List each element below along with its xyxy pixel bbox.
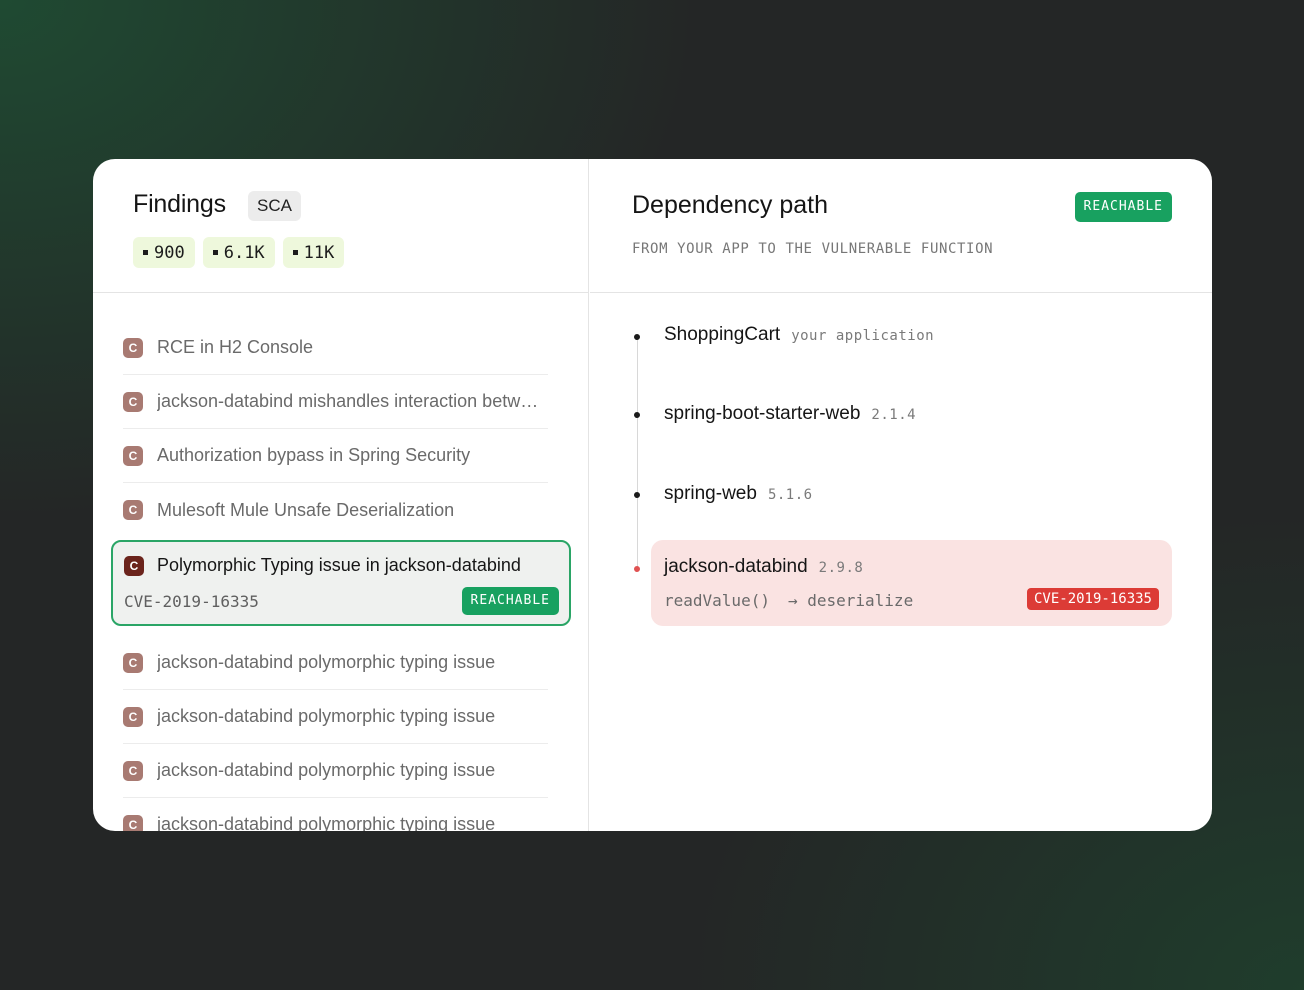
timeline-red-dot-icon <box>634 566 640 572</box>
stats-row: 900 6.1K 11K <box>133 237 345 268</box>
selected-finding-row: C Polymorphic Typing issue in jackson-da… <box>124 555 521 576</box>
finding-label: jackson-databind polymorphic typing issu… <box>157 814 496 831</box>
stat-value: 6.1K <box>223 242 265 263</box>
finding-item[interactable]: C jackson-databind polymorphic typing is… <box>123 744 548 798</box>
finding-label: Authorization bypass in Spring Security <box>157 445 471 465</box>
node-name: spring-boot-starter-web <box>664 403 861 424</box>
finding-item[interactable]: C Mulesoft Mule Unsafe Deserialization <box>123 483 548 537</box>
sca-badge[interactable]: SCA <box>248 191 301 221</box>
stat-value: 900 <box>154 242 185 263</box>
finding-item[interactable]: C jackson-databind polymorphic typing is… <box>123 690 548 744</box>
node-meta: 2.1.4 <box>871 407 917 423</box>
finding-label: Mulesoft Mule Unsafe Deserialization <box>157 499 455 520</box>
stat-chip[interactable]: 6.1K <box>202 237 275 268</box>
dependency-subtitle: FROM YOUR APP TO THE VULNERABLE FUNCTION <box>632 241 994 257</box>
finding-label: jackson-databind polymorphic typing issu… <box>157 706 496 726</box>
findings-title: Findings <box>133 190 226 218</box>
dependency-node[interactable]: ShoppingCart your application <box>664 324 934 346</box>
square-bullet-icon <box>292 250 298 255</box>
stat-value: 11K <box>303 242 335 263</box>
call-chain: readValue() → deserialize <box>664 591 913 610</box>
vulnerable-node: jackson-databind 2.9.8 <box>664 556 863 578</box>
stat-chip[interactable]: 900 <box>133 237 195 268</box>
stat-chip[interactable]: 11K <box>282 237 345 268</box>
vulnerable-dependency[interactable]: jackson-databind 2.9.8 readValue() → des… <box>651 540 1172 626</box>
selected-finding[interactable]: C Polymorphic Typing issue in jackson-da… <box>111 540 571 626</box>
critical-c-icon: C <box>123 760 143 781</box>
call-to: → deserialize <box>787 591 914 610</box>
dependency-header: Dependency path FROM YOUR APP TO THE VUL… <box>590 159 1212 293</box>
timeline-line <box>637 336 638 568</box>
critical-c-icon: C <box>124 555 144 576</box>
finding-label: jackson-databind polymorphic typing issu… <box>157 760 496 780</box>
cve-badge: CVE-2019-16335 <box>1026 588 1159 610</box>
dependency-node[interactable]: spring-boot-starter-web 2.1.4 <box>664 403 916 425</box>
timeline-dot-icon <box>634 412 640 418</box>
square-bullet-icon <box>143 250 148 255</box>
finding-label: jackson-databind polymorphic typing issu… <box>157 652 496 672</box>
node-name: ShoppingCart <box>664 324 781 345</box>
critical-c-icon: C <box>123 391 143 412</box>
dependency-panel: Dependency path FROM YOUR APP TO THE VUL… <box>590 159 1212 831</box>
dependency-title: Dependency path <box>632 191 828 219</box>
finding-item[interactable]: C jackson-databind polymorphic typing is… <box>123 636 548 690</box>
square-bullet-icon <box>212 250 218 255</box>
findings-header: Findings SCA 900 6.1K 11K <box>93 159 589 293</box>
findings-card: Findings SCA 900 6.1K 11K C RCE in H2 Co… <box>93 159 1212 831</box>
critical-c-icon: C <box>123 814 143 831</box>
node-name: spring-web <box>664 483 757 504</box>
call-from: readValue() <box>664 591 770 610</box>
critical-c-icon: C <box>123 706 143 727</box>
finding-label: jackson-databind mishandles interaction … <box>157 391 539 411</box>
node-meta: 5.1.6 <box>767 487 813 503</box>
finding-item[interactable]: C RCE in H2 Console <box>123 321 548 375</box>
finding-item[interactable]: C Authorization bypass in Spring Securit… <box>123 429 548 483</box>
dependency-node[interactable]: spring-web 5.1.6 <box>664 483 813 505</box>
finding-item[interactable]: C jackson-databind polymorphic typing is… <box>123 798 548 831</box>
finding-item[interactable]: C jackson-databind mishandles interactio… <box>123 375 548 429</box>
reachable-badge: REACHABLE <box>461 587 559 615</box>
findings-panel: Findings SCA 900 6.1K 11K C RCE in H2 Co… <box>93 159 589 831</box>
critical-c-icon: C <box>123 337 143 358</box>
vulnerable-name: jackson-databind <box>664 556 808 577</box>
selected-finding-cve: CVE-2019-16335 <box>124 592 259 611</box>
critical-c-icon: C <box>123 500 143 520</box>
critical-c-icon: C <box>123 445 143 466</box>
reachable-status-badge: REACHABLE <box>1074 192 1172 222</box>
selected-finding-label: Polymorphic Typing issue in jackson-data… <box>157 555 521 575</box>
finding-label: RCE in H2 Console <box>157 337 314 357</box>
node-meta: your application <box>791 328 935 344</box>
timeline-dot-icon <box>634 492 640 498</box>
vulnerable-version: 2.9.8 <box>818 560 864 576</box>
timeline-dot-icon <box>634 334 640 340</box>
critical-c-icon: C <box>123 652 143 673</box>
